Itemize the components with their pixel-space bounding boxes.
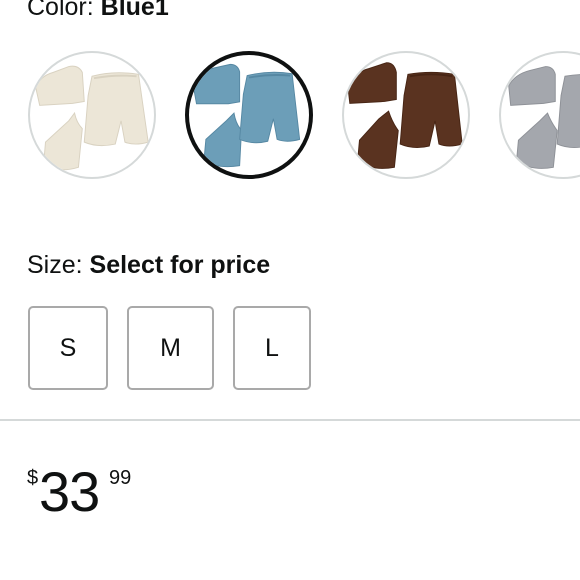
top-garment-icon — [35, 65, 85, 171]
size-selected-value: Select for price — [89, 251, 271, 279]
swatch-cream-image — [35, 65, 149, 171]
price-whole: 33 — [39, 460, 100, 523]
swatch-brown[interactable] — [342, 51, 470, 179]
color-selected-value: Blue1 — [100, 0, 169, 21]
color-label: Color: — [27, 0, 101, 21]
size-heading: Size: Select for price — [27, 249, 270, 281]
size-option-label: L — [265, 333, 279, 362]
price-currency-symbol: $ — [27, 467, 39, 489]
swatch-blue1-image — [192, 63, 301, 168]
size-label: Size: — [27, 251, 90, 279]
swatch-brown-image — [347, 62, 463, 169]
shorts-garment-icon — [399, 71, 463, 149]
color-heading: Color: Blue1 — [27, 0, 169, 22]
top-garment-icon — [508, 66, 558, 169]
top-garment-icon — [192, 63, 242, 168]
swatch-gray-image — [508, 66, 580, 169]
product-variation-panel: Color: Blue1 Size: Select for price S M … — [0, 0, 580, 580]
shorts-garment-icon — [556, 74, 580, 149]
price-fraction: 99 — [109, 467, 132, 489]
size-option-s[interactable]: S — [28, 306, 108, 390]
top-garment-icon — [347, 62, 399, 169]
size-option-label: S — [59, 333, 77, 362]
size-option-l[interactable]: L — [233, 306, 311, 390]
swatch-blue1[interactable] — [185, 51, 313, 179]
swatch-gray[interactable] — [499, 51, 580, 179]
section-divider — [0, 419, 580, 421]
size-option-m[interactable]: M — [127, 306, 214, 390]
swatch-cream[interactable] — [28, 51, 156, 179]
size-option-label: M — [160, 333, 181, 362]
shorts-garment-icon — [239, 71, 301, 144]
shorts-garment-icon — [83, 72, 149, 147]
